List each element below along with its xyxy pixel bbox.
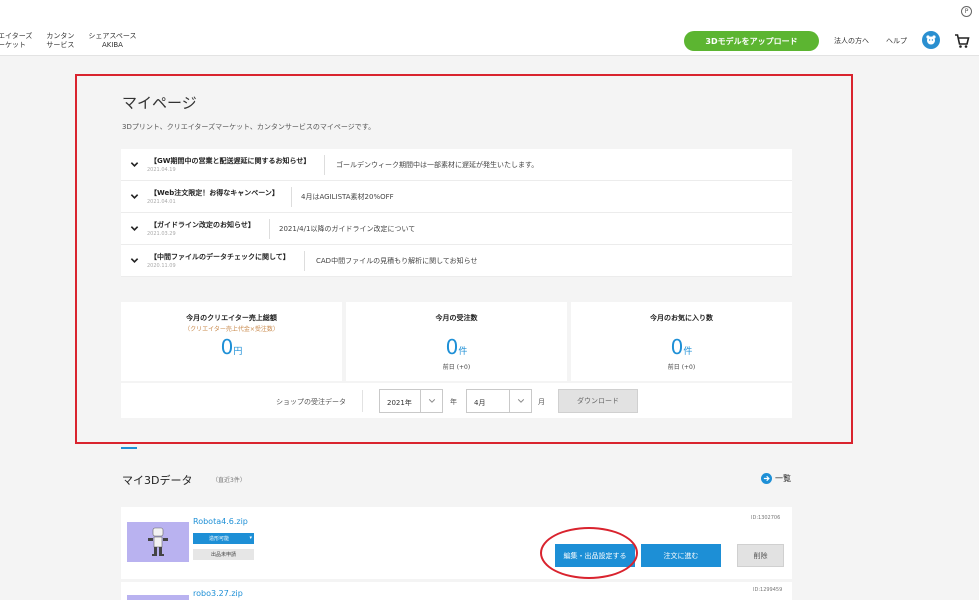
chevron-down-icon [509,390,531,412]
delete-button[interactable]: 削除 [737,544,784,567]
shop-order-data-bar: ショップの受注データ 2021年 年 4月 月 ダウンロード [121,383,792,418]
month-value: 4月 [474,399,486,407]
news-item[interactable]: 【ガイドライン改定のお知らせ】 2021.03.29 2021/4/1以降のガイ… [121,213,792,245]
year-value: 2021年 [387,399,412,407]
divider [362,390,363,412]
news-desc: 4月はAGILISTA素材20%OFF [301,193,394,201]
model-thumbnail[interactable] [127,522,189,562]
arrow-right-icon [761,473,772,484]
stat-unit: 件 [458,347,468,357]
stat-number: 0 [445,335,459,359]
stat-unit: 円 [233,347,243,357]
orders-card: 今月の受注数 0件 前日 (+0) [346,302,567,381]
model-id: ID:1299459 [753,587,783,593]
news-item[interactable]: 【GW期間中の営業と配送遅延に関するお知らせ】 2021.04.19 ゴールデン… [121,149,792,181]
nav-label: ーケット [0,41,26,49]
view-all-label: 一覧 [775,474,791,483]
news-item[interactable]: 【中間ファイルのデータチェックに関して】 2020.11.09 CAD中間ファイ… [121,245,792,277]
year-unit: 年 [450,398,457,406]
page-title: マイページ [122,94,197,112]
stat-label: 今月のクリエイター売上総額 [186,314,277,322]
nav-label: カンタン [46,32,75,40]
stat-unit: 件 [683,347,693,357]
nav-share-space[interactable]: シェアスペース AKIBA [88,32,136,50]
corporate-link[interactable]: 法人の方へ [834,36,869,46]
monthly-stats: 今月のクリエイター売上総額 （クリエイター売上代金×受注数） 0円 今月の受注数… [121,302,792,381]
news-divider [324,155,325,175]
nav-label: エイターズ [0,32,33,40]
caret-down-icon: ▾ [249,535,252,541]
nav-label: AKIBA [101,41,123,49]
news-date: 2021.03.29 [147,231,176,237]
news-date: 2020.11.09 [147,263,176,269]
proceed-order-button[interactable]: 注文に進む [641,544,721,567]
site-header: エイターズ ーケット カンタン サービス シェアスペース AKIBA P 3Dモ… [0,0,979,56]
stat-prev: 前日 (+0) [442,364,471,371]
my3d-subtitle: （直近3件） [212,477,246,484]
chevron-down-icon [130,194,139,199]
chevron-down-icon [130,258,139,263]
month-select[interactable]: 4月 [466,389,532,413]
chevron-down-icon [420,390,442,412]
news-desc: 2021/4/1以降のガイドライン改定について [279,225,416,233]
stat-label: 今月のお気に入り数 [650,314,713,322]
user-avatar-icon[interactable] [922,31,940,49]
download-button[interactable]: ダウンロード [558,389,638,413]
edit-listing-button[interactable]: 編集・出品設定する [555,544,635,567]
news-divider [304,251,305,271]
robot-icon [148,527,168,556]
print-status-dropdown[interactable]: 造形可能 ▾ [193,533,254,544]
stat-prev: 前日 (+0) [667,364,696,371]
stat-value: 0件 [346,335,567,359]
news-divider [291,187,292,207]
page-description: 3Dプリント、クリエイターズマーケット、カンタンサービスのマイページです。 [122,123,376,131]
model-thumbnail[interactable] [127,595,189,600]
news-title: 【中間ファイルのデータチェックに関して】 [150,253,290,261]
model-row: Robota4.6.zip 造形可能 ▾ 出品未申請 ID:1302706 編集… [121,507,792,579]
tab-indicator [121,447,137,449]
nav-label: シェアスペース [88,32,137,40]
cart-icon[interactable] [954,33,970,49]
news-desc: ゴールデンウィーク期間中は一部素材に遅延が発生いたします。 [336,161,539,169]
model-id: ID:1302706 [751,515,781,521]
help-link[interactable]: ヘルプ [886,36,907,46]
nav-creators-market[interactable]: エイターズ ーケット [0,32,32,50]
model-file-name[interactable]: Robota4.6.zip [193,517,248,526]
stat-number: 0 [220,335,234,359]
news-date: 2021.04.01 [147,199,176,205]
model-row: robo3.27.zip ID:1299459 [121,582,792,600]
month-unit: 月 [538,398,545,406]
news-list: 【GW期間中の営業と配送遅延に関するお知らせ】 2021.04.19 ゴールデン… [121,149,792,277]
news-title: 【GW期間中の営業と配送遅延に関するお知らせ】 [150,157,311,165]
news-item[interactable]: 【Web注文限定！お得なキャンペーン】 2021.04.01 4月はAGILIS… [121,181,792,213]
model-file-name[interactable]: robo3.27.zip [193,589,243,598]
sale-status-badge: 出品未申請 [193,549,254,560]
news-divider [269,219,270,239]
nav-kantan-service[interactable]: カンタン サービス [46,32,74,50]
my3d-title: マイ3Dデータ [122,474,193,487]
news-title: 【Web注文限定！お得なキャンペーン】 [150,189,279,197]
news-title: 【ガイドライン改定のお知らせ】 [150,221,255,229]
chevron-down-icon [130,226,139,231]
stat-number: 0 [670,335,684,359]
news-date: 2021.04.19 [147,167,176,173]
stat-label: 今月の受注数 [435,314,478,322]
news-desc: CAD中間ファイルの見積もり解析に関してお知らせ [316,257,478,265]
chevron-down-icon [130,162,139,167]
shop-data-label: ショップの受注データ [276,398,346,406]
stat-value: 0円 [121,335,342,359]
main-nav: エイターズ ーケット カンタン サービス シェアスペース AKIBA [0,32,137,50]
stat-value: 0件 [571,335,792,359]
upload-3d-model-button[interactable]: 3Dモデルをアップロード [684,31,819,51]
creator-sales-card: 今月のクリエイター売上総額 （クリエイター売上代金×受注数） 0円 [121,302,342,381]
view-all-link[interactable]: 一覧 [761,473,791,484]
year-select[interactable]: 2021年 [379,389,443,413]
nav-label: サービス [46,41,75,49]
favorites-card: 今月のお気に入り数 0件 前日 (+0) [571,302,792,381]
stat-sub: （クリエイター売上代金×受注数） [184,326,279,333]
p-badge-icon[interactable]: P [961,6,972,17]
print-status-label: 造形可能 [209,536,230,542]
